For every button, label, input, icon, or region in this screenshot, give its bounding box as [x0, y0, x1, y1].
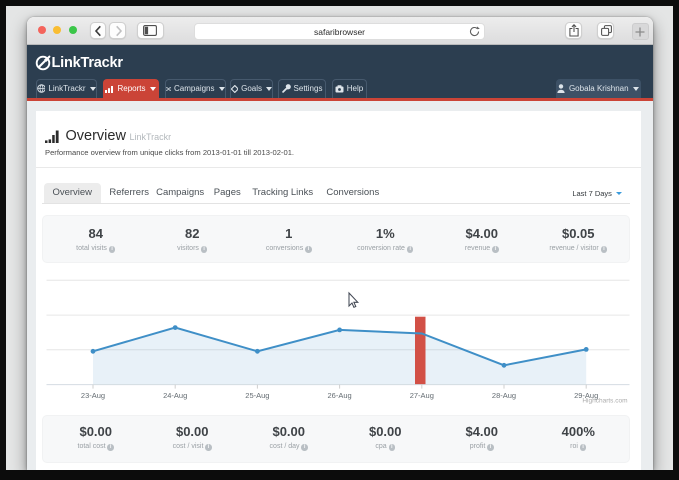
svg-text:23-Aug: 23-Aug [80, 391, 104, 400]
svg-text:25-Aug: 25-Aug [245, 391, 269, 400]
svg-text:27-Aug: 27-Aug [409, 391, 433, 400]
svg-text:28-Aug: 28-Aug [491, 391, 515, 400]
svg-text:26-Aug: 26-Aug [327, 391, 351, 400]
svg-text:24-Aug: 24-Aug [163, 391, 187, 400]
svg-text:Highcharts.com: Highcharts.com [582, 398, 627, 405]
